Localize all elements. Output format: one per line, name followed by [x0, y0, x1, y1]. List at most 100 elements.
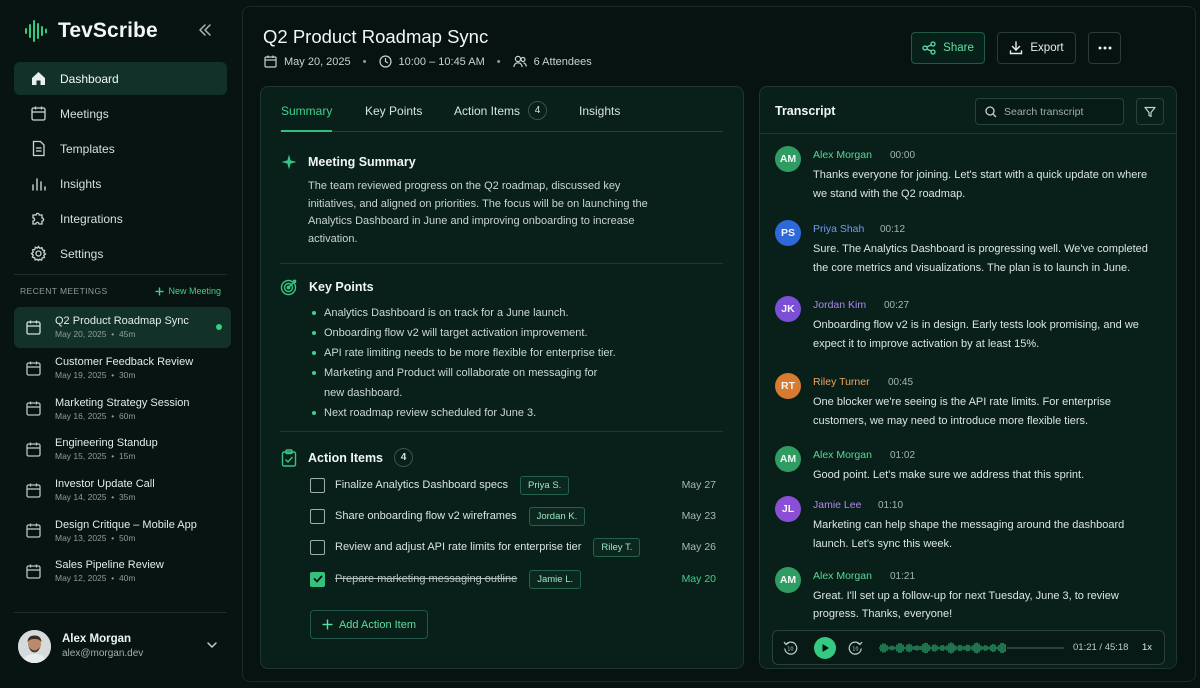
- meeting-item[interactable]: Marketing Strategy Session May 16, 2025 …: [14, 388, 231, 429]
- calendar-icon: [25, 522, 42, 539]
- search-placeholder: Search transcript: [1004, 105, 1084, 118]
- speaker-name[interactable]: Priya Shah: [813, 223, 864, 235]
- separator-dot: •: [496, 55, 501, 68]
- assignee-badge[interactable]: Jordan K.: [528, 506, 586, 526]
- meeting-date: May 14, 2025: [55, 492, 107, 503]
- share-button[interactable]: Share: [911, 32, 985, 64]
- timestamp[interactable]: 01:21: [890, 571, 915, 582]
- nav-item-insights[interactable]: Insights: [14, 167, 227, 200]
- meeting-title: Marketing Strategy Session: [55, 396, 190, 409]
- svg-text:10: 10: [852, 646, 858, 652]
- timestamp[interactable]: 00:27: [884, 300, 909, 311]
- nav-item-templates[interactable]: Templates: [14, 132, 227, 165]
- nav-item-integrations[interactable]: Integrations: [14, 202, 227, 235]
- action-item-checkbox[interactable]: [310, 508, 325, 524]
- tab-label: Action Items: [454, 104, 521, 118]
- tab-key-points[interactable]: Key Points: [365, 104, 422, 132]
- calendar-icon: [25, 400, 42, 417]
- add-action-item-button[interactable]: Add Action Item: [310, 610, 428, 639]
- transcript-text: Good point. Let's make sure we address t…: [813, 469, 1085, 481]
- transcript-search-input[interactable]: Search transcript: [975, 98, 1124, 125]
- user-menu[interactable]: Alex Morgan alex@morgan.dev: [18, 630, 218, 663]
- transcript-text: Thanks everyone for joining. Let's start…: [813, 169, 1148, 200]
- timestamp[interactable]: 00:00: [890, 150, 915, 161]
- timestamp[interactable]: 01:02: [890, 450, 915, 461]
- meeting-time: 10:00 – 10:45 AM: [398, 55, 485, 68]
- waveform-progress[interactable]: [879, 640, 1064, 656]
- plus-icon: [322, 619, 333, 630]
- recent-meetings-list: Q2 Product Roadmap Sync May 20, 2025 • 4…: [14, 307, 231, 592]
- tab-action-items[interactable]: Action Items 4: [454, 101, 548, 132]
- calendar-icon: [25, 360, 42, 377]
- assignee-badge[interactable]: Riley T.: [593, 537, 641, 557]
- meeting-item[interactable]: Design Critique – Mobile App May 13, 202…: [14, 510, 231, 551]
- action-item-checkbox[interactable]: [310, 571, 325, 587]
- tab-label: Summary: [281, 104, 333, 118]
- speaker-name[interactable]: Riley Turner: [813, 376, 870, 388]
- timestamp[interactable]: 00:45: [888, 377, 913, 388]
- meeting-meta: May 14, 2025 • 35m: [55, 492, 136, 503]
- divider: [14, 274, 227, 275]
- assignee-badge[interactable]: Priya S.: [520, 475, 570, 495]
- more-horizontal-icon: [1098, 46, 1112, 50]
- svg-text:10: 10: [787, 646, 793, 652]
- action-item-text: Share onboarding flow v2 wireframes: [335, 510, 517, 522]
- playback-speed[interactable]: 1x: [1142, 642, 1152, 653]
- timestamp[interactable]: 01:10: [878, 500, 903, 511]
- section-title: Key Points: [309, 280, 374, 294]
- brand[interactable]: TevScribe: [24, 19, 158, 43]
- meeting-date: May 15, 2025: [55, 451, 107, 462]
- speaker-name[interactable]: Alex Morgan: [813, 149, 872, 161]
- export-button[interactable]: Export: [997, 32, 1076, 64]
- meeting-duration: 15m: [118, 451, 136, 462]
- puzzle-icon: [30, 210, 47, 227]
- action-item-checkbox[interactable]: [310, 477, 325, 493]
- timestamp[interactable]: 00:12: [880, 224, 905, 235]
- divider: [280, 263, 723, 264]
- speaker-avatar: AM: [775, 567, 801, 593]
- chevron-down-icon[interactable]: [206, 639, 218, 651]
- nav-item-settings[interactable]: Settings: [14, 237, 227, 270]
- tab-summary[interactable]: Summary: [281, 104, 333, 132]
- more-options-button[interactable]: [1088, 32, 1121, 64]
- action-item-checkbox[interactable]: [310, 539, 325, 555]
- meeting-item[interactable]: Engineering Standup May 15, 2025 • 15m: [14, 429, 231, 470]
- transcript-text: Sure. The Analytics Dashboard is progres…: [813, 243, 1148, 274]
- meeting-meta: May 15, 2025 • 15m: [55, 451, 136, 462]
- tab-label: Insights: [579, 104, 621, 118]
- users-icon: [512, 55, 527, 68]
- collapse-sidebar-icon[interactable]: [198, 23, 212, 37]
- meeting-date: May 13, 2025: [55, 532, 107, 543]
- meeting-date: May 12, 2025: [55, 573, 107, 584]
- due-date: May 20: [681, 573, 716, 585]
- speaker-avatar: JL: [775, 496, 801, 522]
- download-icon: [1009, 41, 1023, 55]
- speaker-name[interactable]: Alex Morgan: [813, 449, 872, 461]
- new-meeting-button[interactable]: New Meeting: [155, 286, 221, 296]
- assignee-badge[interactable]: Jamie L.: [529, 569, 582, 589]
- calendar-icon: [264, 55, 277, 68]
- meeting-duration: 60m: [118, 410, 136, 421]
- rewind-10-icon[interactable]: 10: [783, 640, 798, 655]
- meeting-item[interactable]: Q2 Product Roadmap Sync May 20, 2025 • 4…: [14, 307, 231, 348]
- nav-item-meetings[interactable]: Meetings: [14, 97, 227, 130]
- user-email: alex@morgan.dev: [62, 648, 144, 659]
- tab-insights[interactable]: Insights: [579, 104, 620, 132]
- home-icon: [30, 70, 47, 87]
- speaker-name[interactable]: Jamie Lee: [813, 499, 861, 511]
- nav-label: Templates: [60, 141, 115, 156]
- meeting-meta: May 12, 2025 • 40m: [55, 573, 136, 584]
- meeting-item[interactable]: Sales Pipeline Review May 12, 2025 • 40m: [14, 551, 231, 592]
- meeting-item[interactable]: Investor Update Call May 14, 2025 • 35m: [14, 470, 231, 511]
- count-badge: 4: [394, 448, 414, 467]
- filter-button[interactable]: [1136, 98, 1164, 125]
- share-icon: [922, 41, 936, 55]
- speaker-name[interactable]: Alex Morgan: [813, 570, 872, 582]
- meeting-item[interactable]: Customer Feedback Review May 19, 2025 • …: [14, 348, 231, 389]
- play-button[interactable]: [814, 637, 836, 659]
- speaker-name[interactable]: Jordan Kim: [813, 299, 866, 311]
- forward-10-icon[interactable]: 10: [848, 640, 863, 655]
- meeting-meta: May 16, 2025 • 60m: [55, 410, 136, 421]
- nav-item-dashboard[interactable]: Dashboard: [14, 62, 227, 95]
- gear-icon: [30, 245, 47, 262]
